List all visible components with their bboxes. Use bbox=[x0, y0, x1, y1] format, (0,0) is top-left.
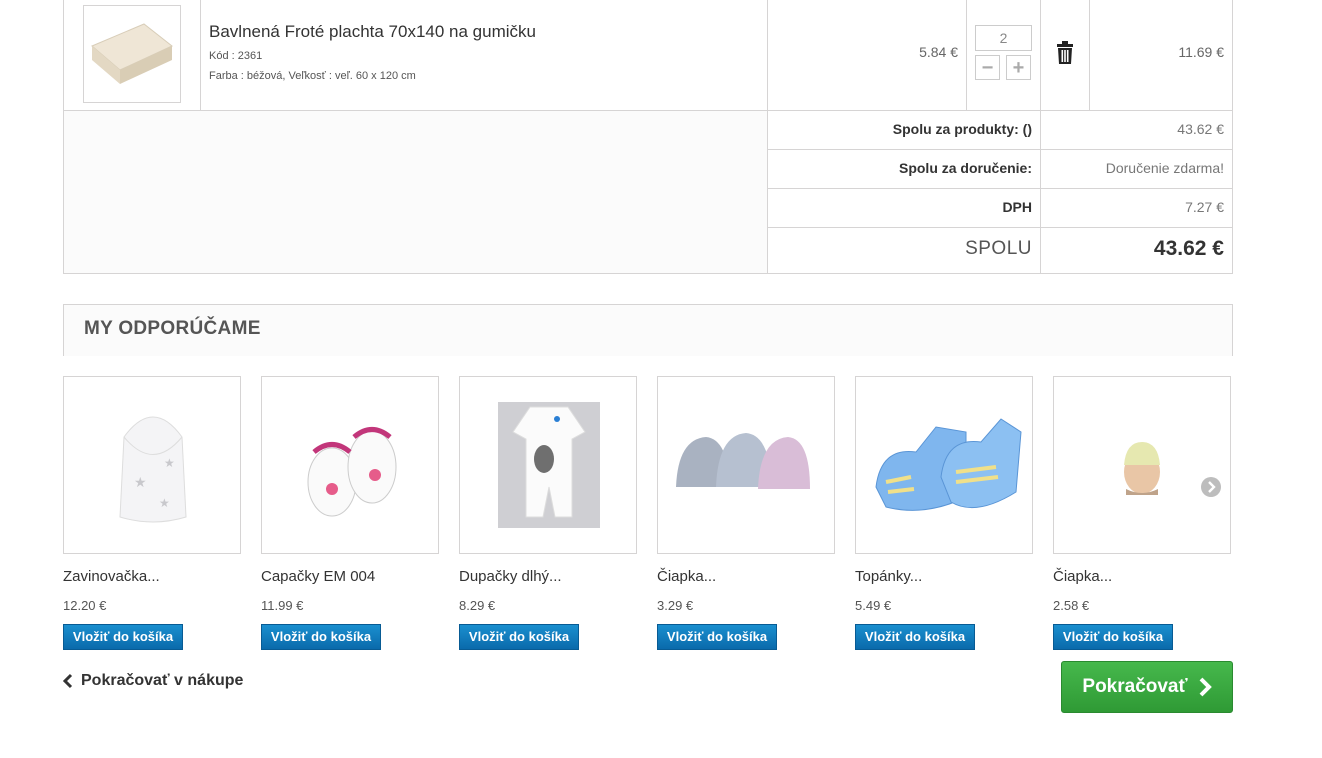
recommendations-title: MY ODPORÚČAME bbox=[84, 318, 261, 339]
checkout-continue-button[interactable]: Pokračovať bbox=[1061, 661, 1233, 713]
divider bbox=[768, 149, 1233, 150]
line-total: 11.69 € bbox=[1178, 44, 1224, 60]
chevron-left-icon bbox=[63, 673, 73, 689]
recommended-product-name[interactable]: Capačky EM 004 bbox=[261, 568, 375, 585]
recommended-product-name[interactable]: Dupačky dlhý... bbox=[459, 568, 562, 585]
product-image-baby-cap[interactable] bbox=[1053, 376, 1231, 554]
recommended-product-price: 3.29 € bbox=[657, 598, 694, 613]
tax-label: DPH bbox=[1002, 199, 1032, 215]
add-to-cart-button[interactable]: Vložiť do košíka bbox=[855, 624, 975, 650]
recommended-product-price: 8.29 € bbox=[459, 598, 496, 613]
recommended-product-name[interactable]: Čiapka... bbox=[1053, 568, 1112, 585]
shipping-label: Spolu za doručenie: bbox=[898, 160, 1032, 176]
quantity-decrease-button[interactable]: − bbox=[975, 55, 1000, 80]
quantity-increase-button[interactable]: + bbox=[1006, 55, 1031, 80]
product-image-caps[interactable] bbox=[657, 376, 835, 554]
svg-text:★: ★ bbox=[164, 456, 175, 470]
add-to-cart-button[interactable]: Vložiť do košíka bbox=[261, 624, 381, 650]
recommended-product-price: 2.58 € bbox=[1053, 598, 1090, 613]
continue-label: Pokračovať bbox=[1082, 676, 1188, 697]
recommended-product-name[interactable]: Zavinovačka... bbox=[63, 568, 160, 585]
add-to-cart-button[interactable]: Vložiť do košíka bbox=[459, 624, 579, 650]
sheet-product-image bbox=[91, 23, 173, 84]
continue-shopping-link[interactable]: Pokračovať v nákupe bbox=[63, 672, 243, 690]
products-total-value: 43.62 € bbox=[1177, 121, 1224, 137]
add-to-cart-button[interactable]: Vložiť do košíka bbox=[63, 624, 183, 650]
divider bbox=[966, 0, 967, 111]
chevron-right-icon bbox=[1199, 677, 1212, 697]
product-reference: Kód : 2361 bbox=[209, 50, 263, 62]
trash-icon[interactable] bbox=[1054, 41, 1076, 65]
grand-total-label: SPOLU bbox=[965, 238, 1032, 259]
divider bbox=[768, 273, 1233, 274]
recommended-product-name[interactable]: Čiapka... bbox=[657, 568, 716, 585]
minus-icon: − bbox=[981, 56, 994, 79]
divider bbox=[768, 188, 1233, 189]
products-total-label: Spolu za produkty: () bbox=[892, 121, 1032, 137]
shipping-value: Doručenie zdarma! bbox=[1105, 160, 1224, 176]
carousel-next-icon[interactable] bbox=[1201, 477, 1221, 497]
product-image-slippers[interactable] bbox=[261, 376, 439, 554]
divider bbox=[768, 227, 1233, 228]
add-to-cart-button[interactable]: Vložiť do košíka bbox=[1053, 624, 1173, 650]
plus-icon: + bbox=[1012, 56, 1025, 79]
divider bbox=[200, 0, 201, 111]
svg-text:★: ★ bbox=[134, 474, 147, 490]
add-to-cart-button[interactable]: Vložiť do košíka bbox=[657, 624, 777, 650]
recommended-product-price: 11.99 € bbox=[261, 598, 304, 613]
product-image-wrap-blanket[interactable]: ★ ★ ★ bbox=[63, 376, 241, 554]
product-attributes: Farba : béžová, Veľkosť : veľ. 60 x 120 … bbox=[209, 70, 416, 82]
continue-shopping-label: Pokračovať v nákupe bbox=[81, 672, 244, 689]
divider bbox=[1232, 111, 1233, 274]
product-name[interactable]: Bavlnená Froté plachta 70x140 na gumičku bbox=[209, 22, 536, 42]
quantity-input[interactable]: 2 bbox=[975, 25, 1032, 51]
svg-text:★: ★ bbox=[159, 496, 170, 510]
product-thumbnail[interactable] bbox=[83, 5, 181, 103]
grand-total-value: 43.62 € bbox=[1153, 237, 1224, 260]
recommended-product-price: 12.20 € bbox=[63, 598, 107, 613]
unit-price: 5.84 € bbox=[919, 44, 958, 60]
product-image-shoes[interactable] bbox=[855, 376, 1033, 554]
recommended-product-name[interactable]: Topánky... bbox=[855, 568, 922, 585]
recommended-product-price: 5.49 € bbox=[855, 598, 892, 613]
tax-value: 7.27 € bbox=[1185, 199, 1224, 215]
product-image-romper[interactable] bbox=[459, 376, 637, 554]
